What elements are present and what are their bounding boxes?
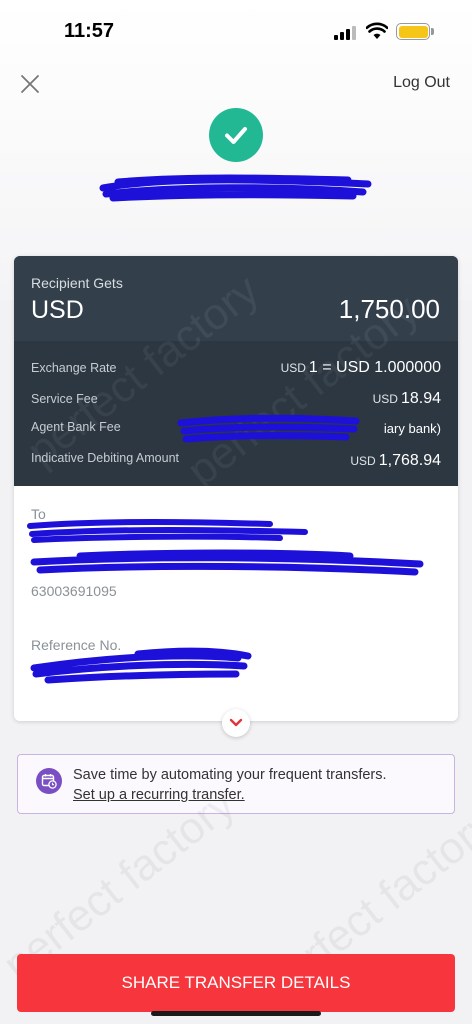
row-value: USD 1 = USD 1.000000 <box>281 359 441 377</box>
redacted-title <box>99 174 372 202</box>
banner-text: Save time by automating your frequent tr… <box>73 767 387 783</box>
recipient-currency: USD <box>31 296 84 324</box>
row-value: USD 1,768.94 <box>350 452 441 470</box>
signal-icon <box>334 26 356 40</box>
transfer-summary-card: perfect factory perfect factory Recipien… <box>14 256 458 721</box>
row-value: USD 18.94 <box>373 390 441 408</box>
row-currency: USD <box>350 454 376 468</box>
redacted-fee <box>177 414 360 443</box>
battery-cap <box>431 28 434 35</box>
exchange-rate-row: Exchange Rate USD 1 = USD 1.000000 <box>31 359 441 381</box>
chevron-down-icon <box>229 718 243 727</box>
calendar-clock-icon <box>36 768 62 794</box>
account-number: 63003691095 <box>31 583 117 599</box>
success-badge <box>209 108 263 162</box>
row-label: Indicative Debiting Amount <box>31 451 180 465</box>
row-label: Agent Bank Fee <box>31 420 121 434</box>
wifi-icon <box>366 22 388 39</box>
calendar-glyph <box>41 774 57 789</box>
status-bar: 11:57 <box>0 0 472 60</box>
recipient-amount: 1,750.00 <box>338 294 440 324</box>
row-label: Exchange Rate <box>31 361 117 375</box>
share-transfer-details-button[interactable]: SHARE TRANSFER DETAILS <box>17 954 455 1012</box>
row-amount: 1 = USD 1.000000 <box>308 359 441 376</box>
row-amount: 18.94 <box>400 390 441 407</box>
home-indicator <box>151 1011 321 1016</box>
amount-panel: perfect factory perfect factory Recipien… <box>14 256 458 496</box>
row-value: iary bank) <box>384 421 441 436</box>
expand-details-button[interactable] <box>222 709 250 737</box>
checkmark-icon <box>225 127 247 144</box>
row-amount: iary bank) <box>383 421 441 436</box>
recurring-transfer-banner: Save time by automating your frequent tr… <box>17 754 455 814</box>
status-time: 11:57 <box>64 20 115 42</box>
redacted-reference <box>30 647 252 684</box>
row-label: Service Fee <box>31 392 98 406</box>
setup-recurring-link[interactable]: Set up a recurring transfer. <box>73 787 245 803</box>
redacted-recipient <box>27 519 424 576</box>
battery-icon <box>396 23 430 40</box>
recipient-gets-label: Recipient Gets <box>31 275 123 291</box>
row-amount: 1,768.94 <box>378 452 441 469</box>
logout-button[interactable]: Log Out <box>393 74 450 92</box>
debiting-amount-row: Indicative Debiting Amount USD 1,768.94 <box>31 449 441 471</box>
row-currency: USD <box>372 392 398 406</box>
row-currency: USD <box>280 361 306 375</box>
close-icon[interactable] <box>18 72 42 96</box>
